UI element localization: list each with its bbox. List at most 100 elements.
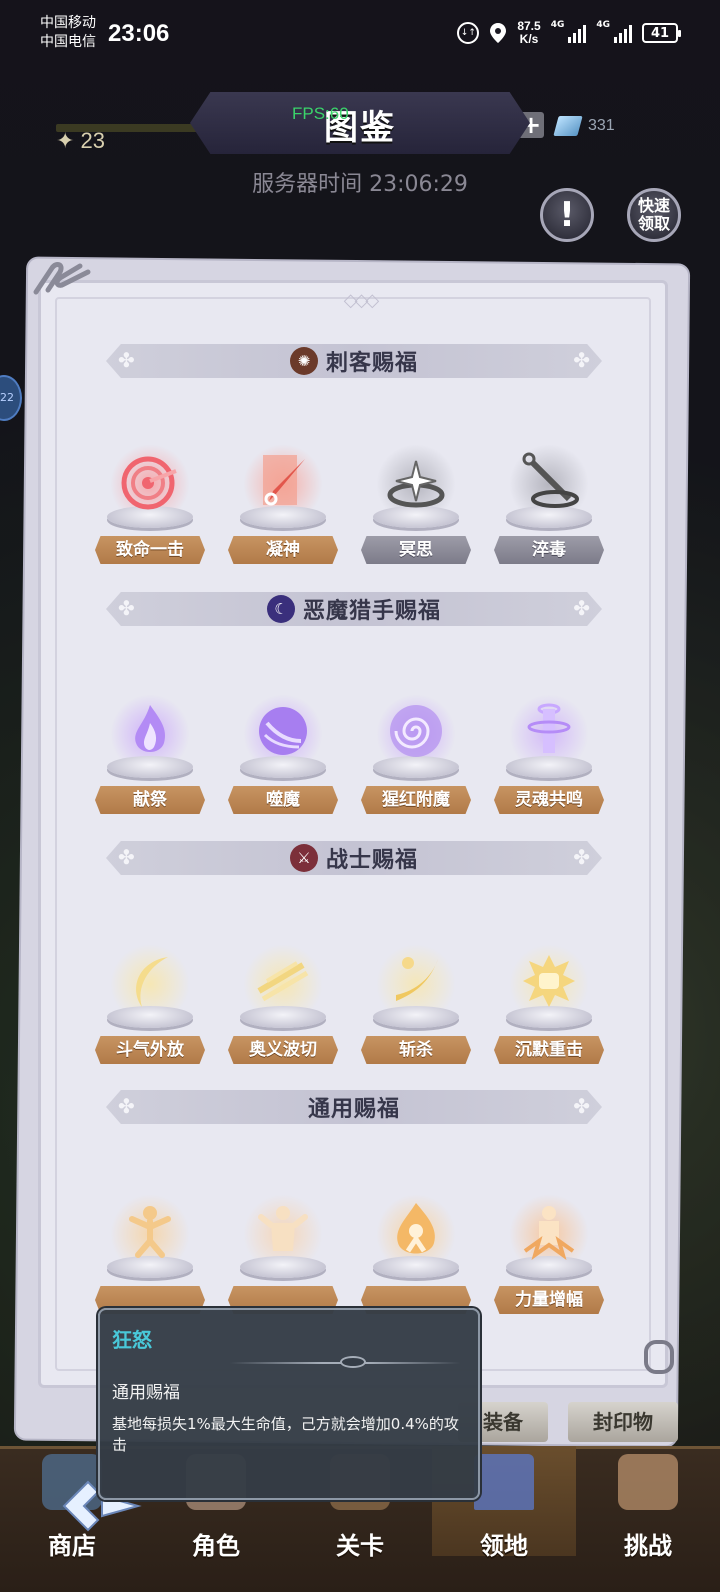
burst-figure-icon bbox=[120, 1200, 180, 1262]
nav-challenge[interactable]: 挑战 bbox=[576, 1446, 720, 1560]
challenge-icon bbox=[618, 1454, 678, 1510]
skill-item[interactable]: 献祭 bbox=[95, 694, 205, 814]
fleur-icon: ✤ bbox=[118, 596, 135, 620]
network-type-2: 4G bbox=[596, 20, 610, 30]
poison-blade-icon bbox=[519, 450, 579, 512]
quick-claim-label-2: 领取 bbox=[637, 214, 670, 233]
skill-item[interactable] bbox=[228, 1194, 338, 1314]
skill-item[interactable]: 斩杀 bbox=[361, 944, 471, 1064]
status-icons: ↓↑ 87.5 K/s 4G 4G 41 bbox=[457, 20, 681, 46]
fleur-icon: ✤ bbox=[573, 845, 590, 869]
skill-label: 斗气外放 bbox=[95, 1036, 205, 1064]
fleur-icon: ✤ bbox=[573, 1094, 590, 1118]
skill-label: 凝神 bbox=[228, 536, 338, 564]
vortex-icon bbox=[386, 700, 446, 762]
fleur-icon: ✤ bbox=[573, 348, 590, 372]
nav-label: 关卡 bbox=[336, 1532, 384, 1560]
skill-item[interactable]: 冥思 bbox=[361, 444, 471, 564]
skill-item[interactable]: 淬毒 bbox=[494, 444, 604, 564]
network-type-1: 4G bbox=[550, 20, 565, 30]
shuriken-icon bbox=[386, 450, 446, 512]
server-time: 服务器时间 23:06:29 bbox=[252, 172, 468, 197]
nav-label: 角色 bbox=[192, 1532, 240, 1560]
nav-label: 领地 bbox=[480, 1532, 528, 1560]
castle-icon bbox=[474, 1454, 534, 1510]
skill-label: 斩杀 bbox=[361, 1036, 471, 1064]
fps-counter: FPS:60 bbox=[292, 104, 349, 123]
skill-item[interactable]: 奥义波切 bbox=[228, 944, 338, 1064]
carrier-2: 中国电信 bbox=[40, 34, 96, 50]
skill-item[interactable]: 致命一击 bbox=[95, 444, 205, 564]
quick-claim-label-1: 快速 bbox=[637, 196, 670, 215]
paper-clip-icon bbox=[33, 262, 91, 295]
skill-item[interactable] bbox=[95, 1194, 205, 1314]
muscle-figure-icon bbox=[253, 1200, 313, 1262]
fleur-icon: ✤ bbox=[573, 596, 590, 620]
skill-item[interactable]: 猩红附魔 bbox=[361, 694, 471, 814]
skill-label: 献祭 bbox=[95, 786, 205, 814]
skill-label: 沉默重击 bbox=[494, 1036, 604, 1064]
skill-label: 奥义波切 bbox=[228, 1036, 338, 1064]
skill-item[interactable]: 灵魂共鸣 bbox=[494, 694, 604, 814]
tab-seals[interactable]: 封印物 bbox=[568, 1402, 678, 1442]
paper-clip-right-icon bbox=[644, 1340, 674, 1374]
section-header-assassin: ✤ ✺ 刺客赐福 ✤ bbox=[106, 344, 602, 378]
battery-icon: 41 bbox=[642, 23, 681, 43]
target-icon bbox=[120, 450, 180, 512]
section-header-demon-hunter: ✤ ☾ 恶魔猎手赐福 ✤ bbox=[106, 592, 602, 626]
skill-label: 猩红附魔 bbox=[361, 786, 471, 814]
skill-label: 力量增幅 bbox=[494, 1286, 604, 1314]
fleur-icon: ✤ bbox=[118, 348, 135, 372]
network-speed: 87.5 K/s bbox=[517, 20, 540, 46]
purple-flame-icon bbox=[120, 700, 180, 762]
signal-icon-1 bbox=[568, 23, 587, 43]
warrior-icon: ⚔ bbox=[289, 844, 318, 872]
skill-label: 冥思 bbox=[361, 536, 471, 564]
wave-slash-icon bbox=[253, 950, 313, 1012]
signal-icon-2 bbox=[614, 23, 632, 43]
info-button[interactable]: ! bbox=[540, 188, 594, 242]
status-clock: 23:06 bbox=[108, 20, 170, 47]
demon-hunter-icon: ☾ bbox=[266, 595, 295, 623]
execute-icon bbox=[386, 950, 446, 1012]
soul-totem-icon bbox=[519, 700, 579, 762]
section-header-general: ✤ 通用赐福 ✤ bbox=[106, 1090, 602, 1124]
nav-label: 挑战 bbox=[624, 1532, 672, 1560]
fist-icon bbox=[519, 950, 579, 1012]
skill-item[interactable]: 沉默重击 bbox=[494, 944, 604, 1064]
skill-item[interactable]: 力量增幅 bbox=[494, 1194, 604, 1314]
assassin-icon: ✺ bbox=[289, 347, 318, 375]
fire-figure-icon bbox=[386, 1200, 446, 1262]
ornament-icon: ◇◇◇ bbox=[343, 290, 380, 311]
crescent-slash-icon bbox=[120, 950, 180, 1012]
fleur-icon: ✤ bbox=[118, 1094, 135, 1118]
skill-label: 致命一击 bbox=[95, 536, 205, 564]
skill-label: 灵魂共鸣 bbox=[494, 786, 604, 814]
section-header-warrior: ✤ ⚔ 战士赐福 ✤ bbox=[106, 841, 602, 875]
skill-label: 淬毒 bbox=[494, 536, 604, 564]
kunai-icon bbox=[253, 450, 313, 512]
skill-label: 噬魔 bbox=[228, 786, 338, 814]
tooltip-title: 狂怒 bbox=[112, 1328, 152, 1352]
section-title: 刺客赐福 bbox=[325, 351, 418, 376]
tooltip-category: 通用赐福 bbox=[112, 1383, 180, 1403]
carrier-info: 中国移动 中国电信 bbox=[40, 14, 96, 52]
tooltip-description: 基地每损失1%最大生命值，己方就会增加0.4%的攻击 bbox=[112, 1415, 459, 1454]
section-title: 战士赐福 bbox=[325, 848, 418, 873]
power-figure-icon bbox=[519, 1200, 579, 1262]
skill-item[interactable]: 噬魔 bbox=[228, 694, 338, 814]
data-saver-icon: ↓↑ bbox=[457, 22, 480, 44]
page-title: 图鉴 bbox=[324, 108, 396, 148]
skill-item[interactable] bbox=[361, 1194, 471, 1314]
carrier-1: 中国移动 bbox=[40, 15, 96, 31]
section-title: 恶魔猎手赐福 bbox=[302, 599, 441, 624]
speed-unit: K/s bbox=[519, 32, 539, 46]
status-bar: 中国移动 中国电信 23:06 ↓↑ 87.5 K/s 4G 4G 41 bbox=[0, 0, 720, 72]
skill-item[interactable]: 凝神 bbox=[228, 444, 338, 564]
purple-orb-icon bbox=[253, 700, 313, 762]
quick-claim-button[interactable]: 快速 领取 bbox=[627, 188, 681, 242]
location-icon bbox=[490, 23, 507, 43]
section-title: 通用赐福 bbox=[307, 1097, 400, 1122]
tooltip-divider-ornament-icon bbox=[340, 1356, 366, 1368]
skill-item[interactable]: 斗气外放 bbox=[95, 944, 205, 1064]
